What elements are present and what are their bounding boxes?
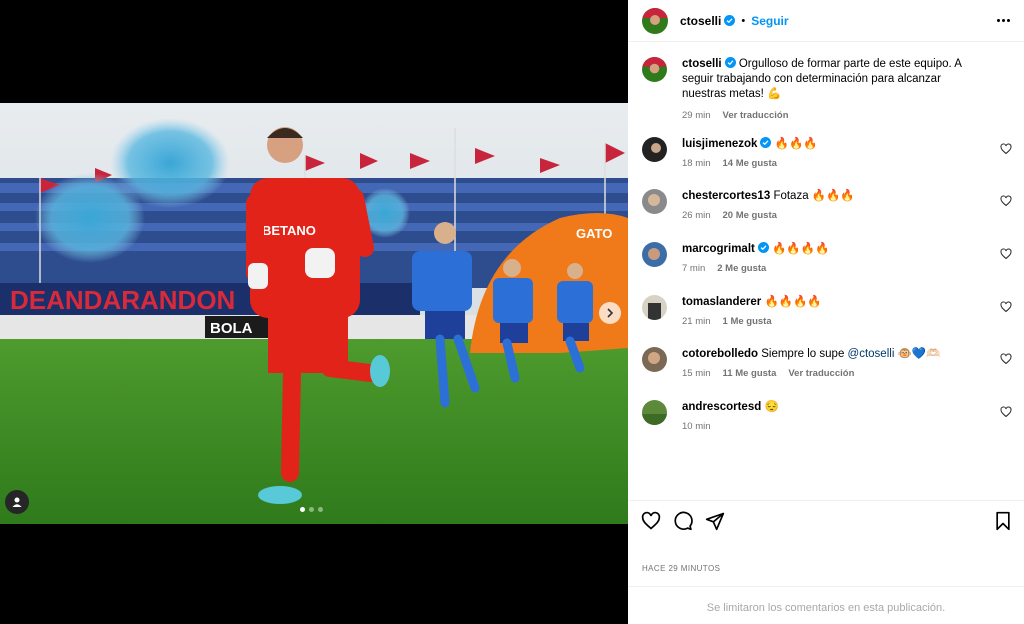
like-comment-icon[interactable] [1000, 143, 1012, 155]
post-photo[interactable]: DEANDARANDON BOLA GATO BETANO [0, 103, 628, 524]
comment-text: 🔥🔥🔥🔥 [772, 243, 830, 255]
verified-icon [760, 137, 772, 148]
chevron-right-icon [607, 308, 614, 318]
post-actions: HACE 29 MINUTOS [628, 500, 1024, 586]
author-username[interactable]: ctoselli [680, 14, 721, 28]
comment-item: andrescortesd 😔 10 min [642, 400, 1012, 432]
like-comment-icon[interactable] [1000, 353, 1012, 365]
comment-likes[interactable]: 1 Me gusta [723, 316, 772, 327]
like-comment-icon[interactable] [1000, 406, 1012, 418]
comment-item: marcogrimalt 🔥🔥🔥🔥 7 min 2 Me gusta [642, 242, 1012, 274]
comment-item: tomaslanderer 🔥🔥🔥🔥 21 min 1 Me gusta [642, 295, 1012, 327]
tagged-users-button[interactable] [5, 490, 29, 514]
like-comment-icon[interactable] [1000, 301, 1012, 313]
comment-time: 21 min [682, 316, 711, 327]
separator-dot: • [741, 14, 746, 27]
comment-likes[interactable]: 11 Me gusta [723, 368, 777, 379]
comment-likes[interactable]: 14 Me gusta [723, 158, 777, 169]
comment-time: 10 min [682, 421, 711, 432]
commenter-avatar[interactable] [642, 295, 667, 320]
verified-icon [724, 57, 736, 68]
author-avatar[interactable] [642, 57, 667, 82]
comment-username[interactable]: marcogrimalt [682, 243, 755, 255]
tunnel-text: GATO [576, 226, 612, 241]
commenter-avatar[interactable] [642, 347, 667, 372]
bookmark-icon[interactable] [994, 511, 1012, 531]
translate-link[interactable]: Ver traducción [723, 110, 789, 121]
post-image: DEANDARANDON BOLA GATO BETANO [0, 103, 628, 524]
comment-text: 🔥🔥🔥 [774, 138, 818, 150]
ad-text: BOLA [210, 320, 253, 337]
share-icon[interactable] [705, 511, 725, 531]
comment-time: 18 min [682, 158, 711, 169]
author-avatar[interactable] [642, 7, 668, 34]
like-comment-icon[interactable] [1000, 195, 1012, 207]
comment-username[interactable]: andrescortesd [682, 401, 761, 413]
comment-text: Siempre lo supe [761, 348, 845, 360]
comment-username[interactable]: luisjimenezok [682, 138, 757, 150]
verified-icon [757, 242, 769, 253]
carousel-dot [309, 507, 314, 512]
comment-item: cotorebolledo Siempre lo supe @ctoselli … [642, 347, 1012, 379]
post-header: ctoselli • Seguir [628, 0, 1024, 42]
user-icon [12, 497, 22, 507]
comments-limited-notice: Se limitaron los comentarios en esta pub… [628, 586, 1024, 624]
post-timestamp: HACE 29 MINUTOS [642, 564, 721, 573]
comment-icon[interactable] [673, 511, 693, 531]
verified-icon [724, 15, 736, 26]
like-comment-icon[interactable] [1000, 248, 1012, 260]
next-slide-button[interactable] [599, 302, 621, 324]
comment-text: 😔 [764, 401, 779, 413]
comment-time: 15 min [682, 368, 711, 379]
caption: ctoselli Orgulloso de formar parte de es… [642, 57, 1012, 121]
comment-emoji: 🐵💙🫶🏻 [897, 348, 941, 360]
comment-text: Fotaza 🔥🔥🔥 [773, 190, 855, 202]
post-media: DEANDARANDON BOLA GATO BETANO [0, 0, 628, 624]
comment-username[interactable]: cotorebolledo [682, 348, 758, 360]
follow-button[interactable]: Seguir [751, 14, 788, 28]
comment-time: 7 min [682, 263, 706, 274]
caption-username[interactable]: ctoselli [682, 58, 722, 70]
translate-link[interactable]: Ver traducción [788, 368, 854, 379]
commenter-avatar[interactable] [642, 189, 667, 214]
comment-time: 26 min [682, 210, 711, 221]
comment-likes[interactable]: 2 Me gusta [717, 263, 766, 274]
post-details-panel: ctoselli • Seguir ctoselli Orgulloso de … [628, 0, 1024, 624]
carousel-indicator [300, 507, 323, 512]
caption-time: 29 min [682, 110, 711, 121]
mention-link[interactable]: @ctoselli [848, 348, 895, 360]
comment-item: chestercortes13 Fotaza 🔥🔥🔥 26 min 20 Me g… [642, 189, 1012, 221]
commenter-avatar[interactable] [642, 400, 667, 425]
more-options-icon[interactable] [997, 19, 1010, 22]
comment-username[interactable]: tomaslanderer [682, 296, 761, 308]
carousel-dot [318, 507, 323, 512]
comment-likes[interactable]: 20 Me gusta [723, 210, 777, 221]
comments-list[interactable]: ctoselli Orgulloso de formar parte de es… [628, 42, 1024, 500]
carousel-dot [300, 507, 305, 512]
commenter-avatar[interactable] [642, 242, 667, 267]
like-icon[interactable] [641, 511, 661, 531]
jersey-text: BETANO [262, 223, 316, 238]
comment-item: luisjimenezok 🔥🔥🔥 18 min 14 Me gusta [642, 137, 1012, 169]
comment-username[interactable]: chestercortes13 [682, 190, 770, 202]
banner-text: DEANDARANDON [10, 285, 235, 315]
commenter-avatar[interactable] [642, 137, 667, 162]
caption-text: Orgulloso de formar parte de este equipo… [682, 58, 962, 100]
comment-text: 🔥🔥🔥🔥 [764, 296, 822, 308]
